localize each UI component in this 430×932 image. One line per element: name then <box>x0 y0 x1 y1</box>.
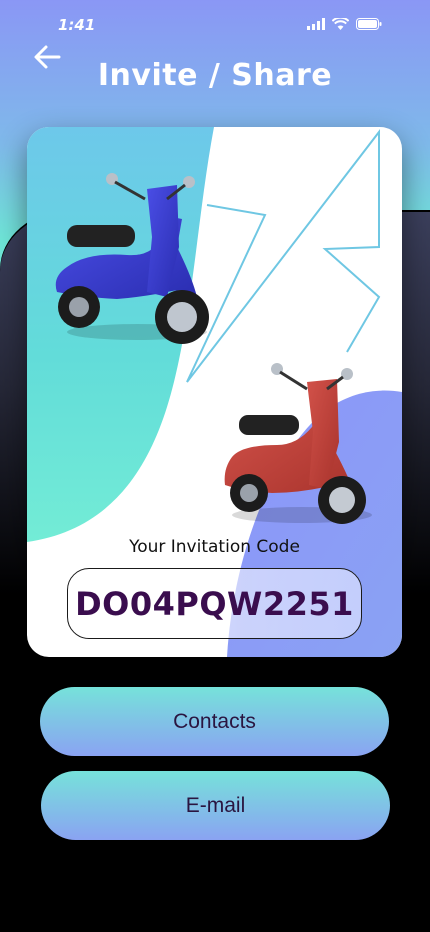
invitation-code-box[interactable]: DO04PQW2251 <box>67 568 362 639</box>
email-button[interactable]: E-mail <box>41 771 390 840</box>
invite-share-screen: 1:41 Invite / Share Your Invitation Code… <box>0 0 430 932</box>
invitation-code-label: Your Invitation Code <box>129 537 300 557</box>
signal-icon <box>307 18 325 30</box>
status-time: 1:41 <box>58 16 96 34</box>
contacts-button[interactable]: Contacts <box>40 687 389 756</box>
status-icons <box>307 18 382 30</box>
invitation-code-value: DO04PQW2251 <box>75 584 354 623</box>
battery-icon <box>356 18 382 30</box>
status-bar: 1:41 <box>0 0 430 50</box>
page-title: Invite / Share <box>97 58 333 93</box>
invitation-card: Your Invitation Code DO04PQW2251 <box>27 127 402 657</box>
wifi-icon <box>332 18 349 30</box>
